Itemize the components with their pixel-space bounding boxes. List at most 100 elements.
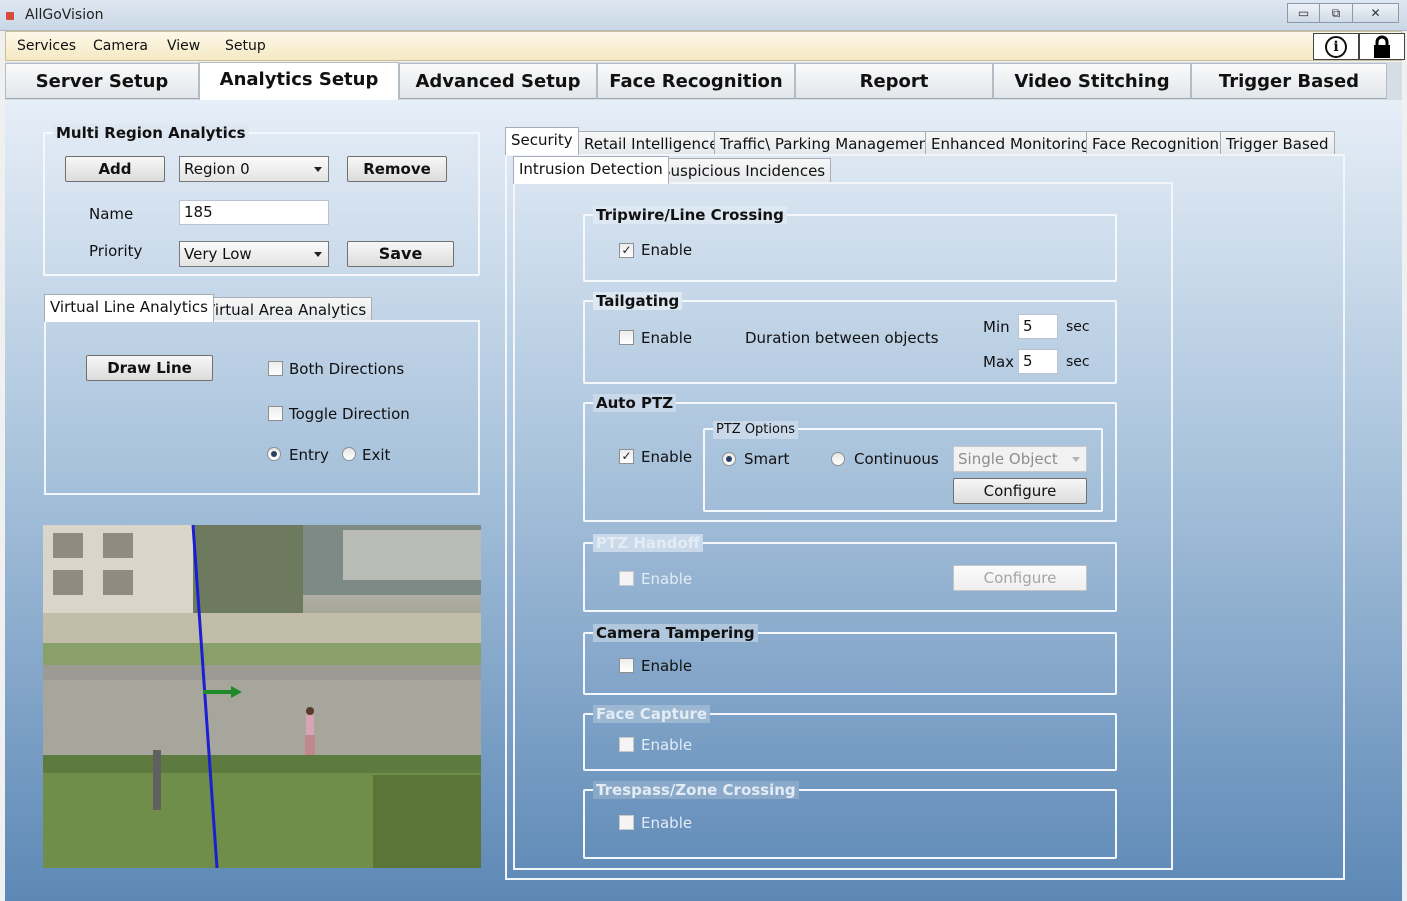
info-icon: i [1325, 36, 1347, 58]
face-capture-enable-checkbox[interactable] [619, 737, 634, 752]
multi-region-title: Multi Region Analytics [53, 124, 249, 142]
tab-virtual-area-analytics[interactable]: Virtual Area Analytics [199, 297, 373, 322]
tab-virtual-line-analytics[interactable]: Virtual Line Analytics [44, 294, 214, 322]
priority-select[interactable]: Very Low [179, 241, 329, 267]
trespass-title: Trespass/Zone Crossing [593, 781, 799, 799]
draw-line-button[interactable]: Draw Line [86, 355, 213, 381]
tab-enhanced-monitoring[interactable]: Enhanced Monitoring [925, 131, 1097, 156]
auto-ptz-group: Auto PTZ ✓ Enable PTZ Options Smart Cont… [583, 394, 1117, 522]
min-unit-label: sec [1066, 319, 1090, 335]
tab-report[interactable]: Report [795, 63, 993, 99]
toggle-direction-checkbox[interactable] [268, 406, 283, 421]
region-select-value: Region 0 [184, 160, 250, 178]
tab-trigger-based[interactable]: Trigger Based [1191, 63, 1387, 99]
tab-analytics-setup[interactable]: Analytics Setup [199, 62, 399, 100]
tab-trigger-based-analytics[interactable]: Trigger Based [1220, 131, 1335, 156]
both-directions-label: Both Directions [289, 360, 405, 378]
auto-ptz-configure-button[interactable]: Configure [953, 478, 1087, 504]
ptz-handoff-title: PTZ Handoff [593, 534, 703, 552]
camera-preview[interactable] [43, 525, 481, 868]
chevron-down-icon [1072, 457, 1080, 462]
both-directions-checkbox[interactable] [268, 361, 283, 376]
app-icon [6, 12, 14, 20]
tripwire-enable-label: Enable [641, 241, 693, 259]
info-button[interactable]: i [1313, 33, 1359, 60]
smart-label: Smart [744, 450, 790, 468]
tab-suspicious-incidences[interactable]: Suspicious Incidences [655, 158, 832, 183]
chevron-down-icon [314, 252, 322, 257]
ptz-handoff-enable-checkbox[interactable] [619, 571, 634, 586]
title-bar: AllGoVision ▭ ⧉ ✕ [0, 0, 1407, 31]
chevron-down-icon [314, 167, 322, 172]
entry-label: Entry [289, 446, 329, 464]
analytics-setup-content: Multi Region Analytics Add Region 0 Remo… [5, 100, 1402, 901]
min-duration-input[interactable]: 5 [1018, 314, 1058, 339]
face-capture-group: Face Capture Enable [583, 705, 1117, 771]
tab-server-setup[interactable]: Server Setup [5, 63, 199, 99]
menu-services[interactable]: Services [17, 38, 76, 54]
minimize-button[interactable]: ▭ [1287, 3, 1320, 23]
window-controls: ▭ ⧉ ✕ [1287, 3, 1399, 23]
ptz-object-select[interactable]: Single Object [953, 446, 1087, 472]
tripwire-title: Tripwire/Line Crossing [593, 206, 787, 224]
max-duration-input[interactable]: 5 [1018, 349, 1058, 374]
priority-label: Priority [89, 242, 143, 260]
priority-select-value: Very Low [184, 245, 252, 263]
lock-button[interactable] [1359, 33, 1405, 60]
tailgating-enable-checkbox[interactable] [619, 330, 634, 345]
auto-ptz-title: Auto PTZ [593, 394, 677, 412]
tab-security[interactable]: Security [505, 127, 579, 155]
trespass-enable-label: Enable [641, 814, 693, 832]
restore-button[interactable]: ⧉ [1320, 3, 1353, 23]
tripwire-enable-checkbox[interactable]: ✓ [619, 243, 634, 258]
remove-region-button[interactable]: Remove [347, 156, 447, 182]
tripwire-group: Tripwire/Line Crossing ✓ Enable [583, 206, 1117, 282]
ptz-handoff-enable-label: Enable [641, 570, 693, 588]
continuous-radio[interactable] [831, 452, 845, 466]
tab-traffic-parking[interactable]: Traffic\ Parking Management [714, 131, 941, 156]
tailgating-enable-label: Enable [641, 329, 693, 347]
max-label: Max [983, 353, 1015, 371]
ptz-object-select-value: Single Object [958, 450, 1058, 468]
tailgating-title: Tailgating [593, 292, 683, 310]
camera-tampering-group: Camera Tampering Enable [583, 624, 1117, 695]
camera-tampering-enable-label: Enable [641, 657, 693, 675]
trespass-enable-checkbox[interactable] [619, 815, 634, 830]
ptz-options-title: PTZ Options [713, 421, 798, 439]
ptz-handoff-configure-button[interactable]: Configure [953, 565, 1087, 591]
add-region-button[interactable]: Add [65, 156, 165, 182]
main-tab-bar: Server Setup Analytics Setup Advanced Se… [5, 62, 1402, 100]
entry-radio[interactable] [267, 447, 281, 461]
tab-intrusion-detection[interactable]: Intrusion Detection [513, 156, 669, 184]
window-title: AllGoVision [25, 7, 104, 23]
virtual-line-panel: Draw Line Both Directions Toggle Directi… [44, 320, 480, 495]
close-button[interactable]: ✕ [1353, 3, 1399, 23]
toggle-direction-label: Toggle Direction [289, 405, 410, 423]
smart-radio[interactable] [722, 452, 736, 466]
exit-label: Exit [362, 446, 391, 464]
tab-video-stitching[interactable]: Video Stitching [993, 63, 1191, 99]
tab-retail-intelligence[interactable]: Retail Intelligence [578, 131, 725, 156]
region-select[interactable]: Region 0 [179, 156, 329, 182]
auto-ptz-enable-checkbox[interactable]: ✓ [619, 449, 634, 464]
region-name-input[interactable]: 185 [179, 200, 329, 225]
camera-tampering-enable-checkbox[interactable] [619, 658, 634, 673]
menu-bar: Services Camera View Setup i [5, 31, 1405, 61]
ptz-options-group: PTZ Options Smart Continuous Single Obje… [703, 421, 1103, 512]
tab-face-recognition[interactable]: Face Recognition [597, 63, 795, 99]
lock-icon [1374, 35, 1390, 58]
camera-frame-image [43, 525, 481, 868]
exit-radio[interactable] [342, 447, 356, 461]
face-capture-enable-label: Enable [641, 736, 693, 754]
name-label: Name [89, 205, 134, 223]
face-capture-title: Face Capture [593, 705, 711, 723]
tailgating-group: Tailgating Enable Duration between objec… [583, 292, 1117, 384]
menu-view[interactable]: View [167, 38, 200, 54]
tab-advanced-setup[interactable]: Advanced Setup [399, 63, 597, 99]
max-unit-label: sec [1066, 354, 1090, 370]
camera-tampering-title: Camera Tampering [593, 624, 758, 642]
tab-face-recognition-analytics[interactable]: Face Recognition [1086, 131, 1226, 156]
menu-setup[interactable]: Setup [225, 38, 266, 54]
menu-camera[interactable]: Camera [93, 38, 148, 54]
save-button[interactable]: Save [347, 241, 454, 267]
